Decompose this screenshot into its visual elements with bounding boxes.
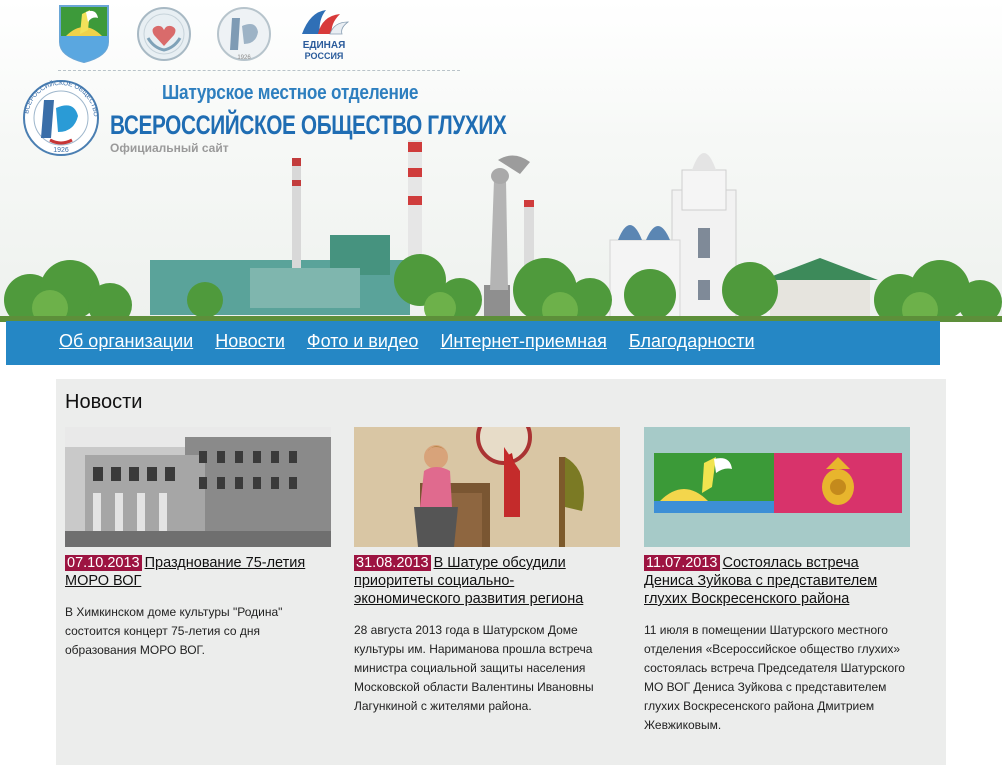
news-date-badge: 31.08.2013	[354, 555, 431, 571]
news-card: 11.07.2013 Состоялась встреча Дениса Зуйк…	[644, 427, 910, 735]
nav-item-thanks[interactable]: Благодарности	[629, 331, 755, 351]
united-russia-logo-icon[interactable]: ЕДИНАЯ РОССИЯ	[296, 4, 352, 64]
news-date-badge: 07.10.2013	[65, 555, 142, 571]
svg-text:ЕДИНАЯ: ЕДИНАЯ	[303, 40, 346, 51]
news-title-line: 11.07.2013 Состоялась встреча Дениса Зуйк…	[644, 554, 910, 608]
news-date-badge: 11.07.2013	[644, 555, 720, 571]
nav-item-internet-reception[interactable]: Интернет-приемная	[440, 331, 606, 351]
organization-subtitle: Шатурское местное отделение	[162, 82, 419, 104]
news-thumbnail-building[interactable]	[65, 427, 331, 547]
main-navigation: Об организации Новости Фото и видео Инте…	[6, 321, 940, 365]
shatura-coat-of-arms-icon[interactable]	[56, 4, 112, 64]
news-thumbnail-flags[interactable]	[644, 427, 910, 547]
news-summary: 11 июля в помещении Шатурского местного …	[644, 623, 905, 732]
news-card: 31.08.2013 В Шатуре обсудили приоритеты с…	[354, 427, 620, 716]
nav-item-about[interactable]: Об организации	[59, 331, 193, 351]
nav-item-photo-video[interactable]: Фото и видео	[307, 331, 419, 351]
vog-emblem-icon[interactable]: 1926	[216, 4, 272, 64]
site-title: ВСЕРОССИЙСКОЕ ОБЩЕСТВО ГЛУХИХ	[110, 110, 507, 140]
news-summary: 28 августа 2013 года в Шатурском Доме ку…	[354, 623, 594, 713]
news-section: Новости 07.10.2013 Празднование 75-летия …	[56, 379, 946, 765]
news-heading: Новости	[65, 391, 143, 413]
svg-text:1926: 1926	[237, 55, 251, 61]
nav-item-news[interactable]: Новости	[215, 331, 285, 351]
site-header: 1926 ЕДИНАЯ РОССИЯ 1926 ВСЕРОССИЙСКОЕ ОБ…	[0, 0, 1002, 322]
city-panorama-image	[0, 140, 1002, 322]
news-thumbnail-meeting[interactable]	[354, 427, 620, 547]
news-title-line: 07.10.2013 Празднование 75-летия МОРО ВОГ	[65, 554, 331, 590]
nav-list: Об организации Новости Фото и видео Инте…	[59, 331, 777, 352]
news-summary: В Химкинском доме культуры "Родина" сост…	[65, 605, 283, 657]
news-title-line: 31.08.2013 В Шатуре обсудили приоритеты с…	[354, 554, 620, 608]
svg-text:РОССИЯ: РОССИЯ	[305, 51, 344, 61]
header-divider	[58, 70, 460, 71]
news-card: 07.10.2013 Празднование 75-летия МОРО ВОГ…	[65, 427, 331, 660]
heart-hands-emblem-icon[interactable]	[136, 4, 192, 64]
